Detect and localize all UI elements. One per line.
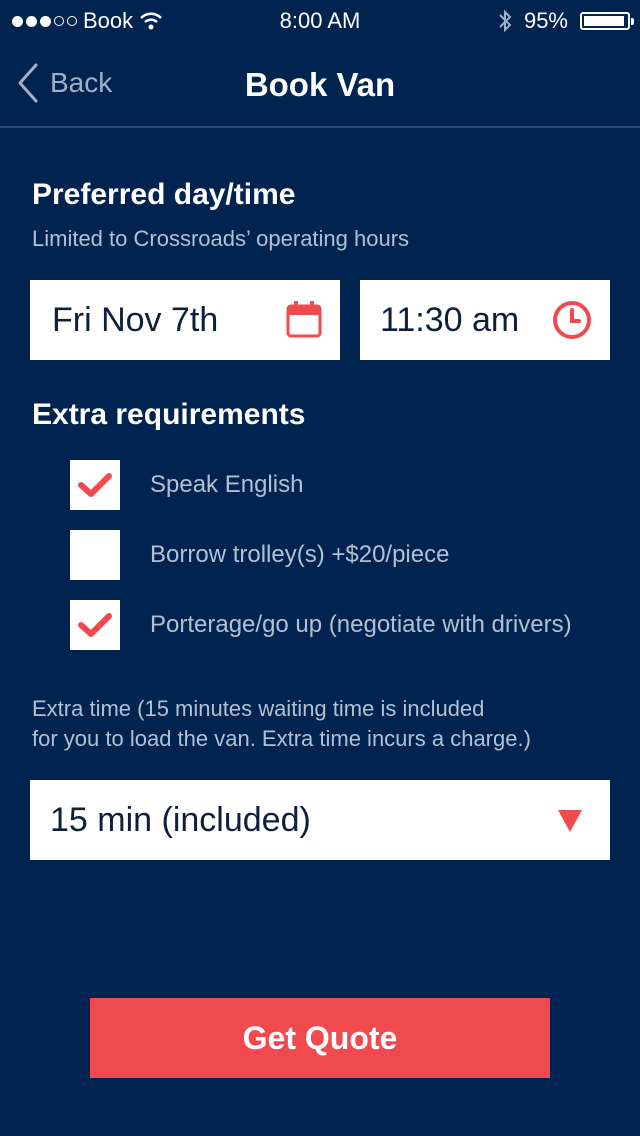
get-quote-button[interactable]: Get Quote <box>90 998 550 1078</box>
requirement-borrow-trolley[interactable]: Borrow trolley(s) +$20/piece <box>70 530 449 580</box>
checkbox-label: Borrow trolley(s) +$20/piece <box>150 541 450 568</box>
checkmark-icon <box>78 473 112 497</box>
battery-icon <box>580 12 634 30</box>
battery-percentage: 95% <box>523 8 568 33</box>
checkbox[interactable] <box>70 460 120 510</box>
extra-time-note: Extra time (15 minutes waiting time is i… <box>32 694 612 754</box>
extra-time-note-line-2: for you to load the van. Extra time incu… <box>32 726 531 751</box>
preferred-day-time-heading: Preferred day/time <box>32 178 296 211</box>
clock-icon <box>553 301 591 339</box>
status-bar: Book 8:00 AM 95% <box>0 0 640 40</box>
date-field[interactable]: Fri Nov 7th <box>30 280 340 360</box>
status-right: 95% <box>498 8 634 34</box>
extra-time-note-line-1: Extra time (15 minutes waiting time is i… <box>32 696 485 721</box>
time-value: 11:30 am <box>380 300 520 339</box>
preferred-subtitle: Limited to Crossroads’ operating hours <box>32 226 410 251</box>
checkbox[interactable] <box>70 530 120 580</box>
checkmark-icon <box>78 613 112 637</box>
extra-time-selected-value: 15 min (included) <box>50 800 311 839</box>
extra-requirements-heading: Extra requirements <box>32 398 306 431</box>
requirement-speak-english[interactable]: Speak English <box>70 460 303 510</box>
extra-time-select[interactable]: 15 min (included) <box>30 780 610 860</box>
navigation-bar: Back Book Van <box>0 40 640 128</box>
date-value: Fri Nov 7th <box>52 300 219 339</box>
time-field[interactable]: 11:30 am <box>360 280 610 360</box>
bluetooth-icon <box>499 9 512 33</box>
calendar-icon <box>286 301 322 338</box>
checkbox-label: Porterage/go up (negotiate with drivers) <box>150 611 572 638</box>
checkbox-label: Speak English <box>150 471 304 498</box>
dropdown-arrow-icon <box>558 810 582 832</box>
requirement-porterage[interactable]: Porterage/go up (negotiate with drivers) <box>70 600 572 650</box>
checkbox[interactable] <box>70 600 120 650</box>
page-title: Book Van <box>244 66 396 103</box>
